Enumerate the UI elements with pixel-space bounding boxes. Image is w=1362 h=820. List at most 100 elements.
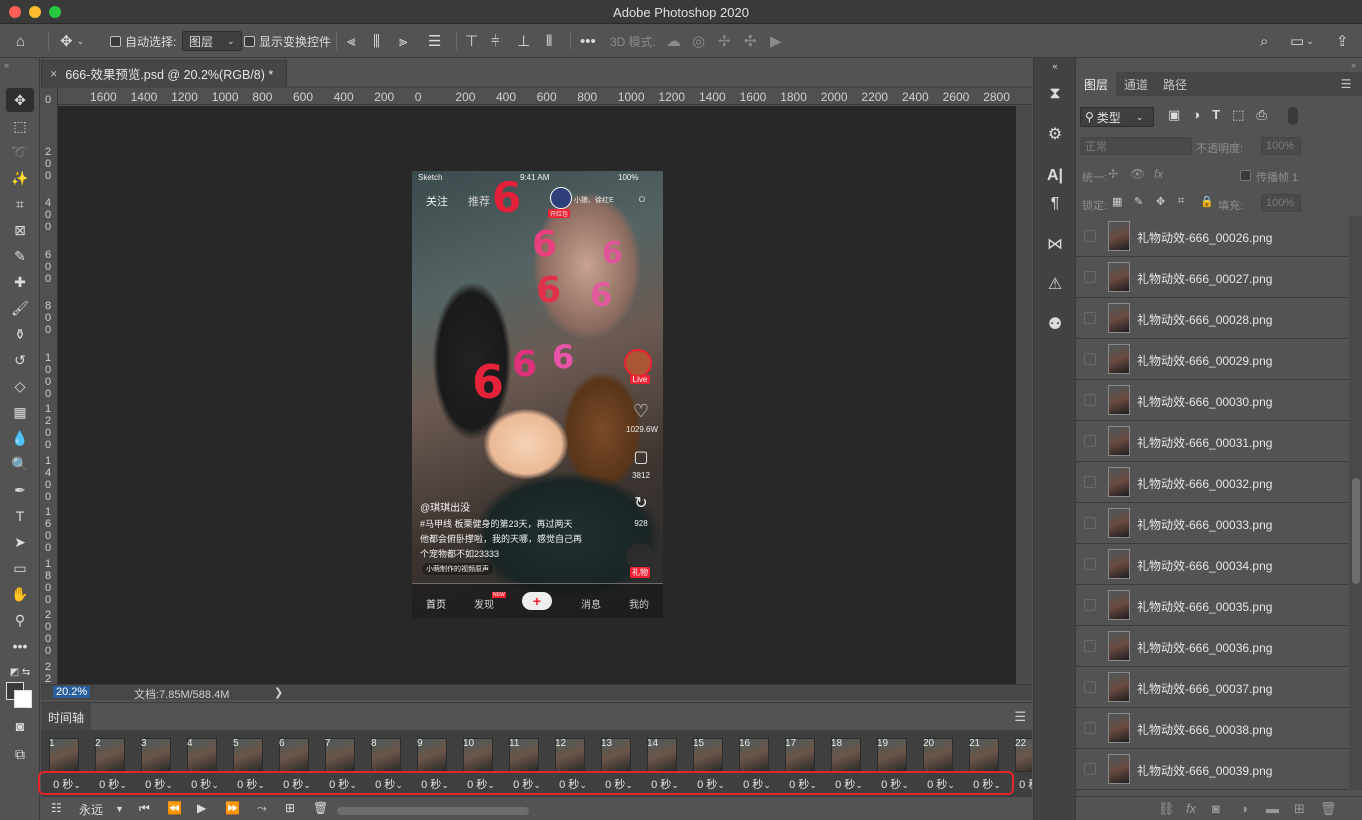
layer-visibility-toggle[interactable]: [1084, 230, 1096, 242]
filter-shape-icon[interactable]: ⬚: [1232, 107, 1244, 123]
frame-tool-icon[interactable]: ⊠: [6, 218, 34, 242]
layer-style-icon[interactable]: fx: [1186, 801, 1196, 816]
properties-panel-icon[interactable]: ⚙: [1040, 120, 1070, 148]
layer-row[interactable]: 礼物动效-666_00033.png: [1076, 503, 1348, 544]
share-icon[interactable]: ⇪: [1336, 24, 1349, 58]
lock-artboard-icon[interactable]: ⌗: [1178, 195, 1184, 208]
3d-pan-icon[interactable]: ✢: [718, 24, 731, 58]
propagate-frame-checkbox[interactable]: [1240, 170, 1251, 181]
filter-pixel-icon[interactable]: ▣: [1168, 107, 1180, 123]
blend-mode-dropdown[interactable]: 正常: [1080, 137, 1192, 155]
convert-timeline-icon[interactable]: ☷: [51, 801, 62, 815]
layer-visibility-toggle[interactable]: [1084, 763, 1096, 775]
new-layer-icon[interactable]: ⊞: [1294, 801, 1305, 817]
layer-visibility-toggle[interactable]: [1084, 517, 1096, 529]
align-top-icon[interactable]: ⊤: [465, 24, 478, 58]
brush-tool-icon[interactable]: 🖌: [6, 296, 34, 320]
history-panel-icon[interactable]: ⧗: [1040, 80, 1070, 108]
auto-select-checkbox[interactable]: 自动选择:: [110, 24, 176, 58]
duplicate-frame-icon[interactable]: ⊞: [285, 801, 295, 815]
glyphs-panel-icon[interactable]: ⋈: [1040, 230, 1070, 258]
collapse-icon[interactable]: »: [4, 60, 9, 70]
layer-row[interactable]: 礼物动效-666_00027.png: [1076, 257, 1348, 298]
layer-row[interactable]: 礼物动效-666_00038.png: [1076, 708, 1348, 749]
pen-tool-icon[interactable]: ✒: [6, 478, 34, 502]
loop-dropdown[interactable]: 永远 ▼: [79, 801, 124, 818]
eyedropper-tool-icon[interactable]: ✎: [6, 244, 34, 268]
dodge-tool-icon[interactable]: 🔍: [6, 452, 34, 476]
quick-mask-icon[interactable]: ◙: [6, 714, 34, 738]
opacity-field[interactable]: 100%: [1261, 137, 1301, 155]
auto-select-target-dropdown[interactable]: 图层 ⌄: [182, 31, 242, 51]
filter-toggle[interactable]: [1288, 107, 1298, 125]
character-panel-icon[interactable]: A|: [1040, 162, 1070, 190]
layer-visibility-toggle[interactable]: [1084, 681, 1096, 693]
layer-row[interactable]: 礼物动效-666_00029.png: [1076, 339, 1348, 380]
panel-menu-icon[interactable]: ☰: [1334, 72, 1358, 96]
layer-row[interactable]: 礼物动效-666_00031.png: [1076, 421, 1348, 462]
play-icon[interactable]: ▶: [197, 801, 206, 815]
lock-image-icon[interactable]: ✎: [1134, 195, 1143, 208]
eraser-tool-icon[interactable]: ◇: [6, 374, 34, 398]
search-icon[interactable]: ⌕: [1260, 24, 1268, 58]
layer-visibility-toggle[interactable]: [1084, 312, 1096, 324]
path-selection-tool-icon[interactable]: ➤: [6, 530, 34, 554]
layer-visibility-toggle[interactable]: [1084, 435, 1096, 447]
healing-brush-tool-icon[interactable]: ✚: [6, 270, 34, 294]
layer-row[interactable]: 礼物动效-666_00039.png: [1076, 749, 1348, 790]
screen-mode-icon[interactable]: ⧉: [6, 742, 34, 766]
layer-visibility-toggle[interactable]: [1084, 640, 1096, 652]
show-transform-controls-checkbox[interactable]: 显示变换控件: [244, 24, 331, 58]
unify-position-icon[interactable]: ✢: [1108, 167, 1118, 181]
filter-kind-dropdown[interactable]: ⚲ 类型 ⌄: [1080, 107, 1154, 127]
crop-tool-icon[interactable]: ⌗: [6, 192, 34, 216]
document-tab[interactable]: × 666-效果预览.psd @ 20.2%(RGB/8) *: [41, 60, 287, 86]
layer-visibility-toggle[interactable]: [1084, 722, 1096, 734]
lock-position-icon[interactable]: ✥: [1156, 195, 1165, 208]
align-left-icon[interactable]: ⫷: [347, 24, 355, 58]
close-tab-icon[interactable]: ×: [50, 67, 57, 81]
background-color-swatch[interactable]: [14, 690, 32, 708]
align-right-icon[interactable]: ⫸: [399, 24, 407, 58]
tween-icon[interactable]: ⤳: [257, 801, 267, 816]
collapse-icon[interactable]: «: [1040, 60, 1070, 72]
frame-delay-dropdown[interactable]: 0 秒⌄: [1011, 776, 1032, 792]
tab-channels[interactable]: 通道: [1116, 72, 1156, 96]
tab-paths[interactable]: 路径: [1156, 72, 1194, 96]
unify-visibility-icon[interactable]: 👁: [1130, 167, 1145, 181]
layer-visibility-toggle[interactable]: [1084, 476, 1096, 488]
stamp-tool-icon[interactable]: ⚱: [6, 322, 34, 346]
hand-tool-icon[interactable]: ✋: [6, 582, 34, 606]
layer-row[interactable]: 礼物动效-666_00030.png: [1076, 380, 1348, 421]
distribute-h-icon[interactable]: ☰: [428, 24, 441, 58]
lock-transparent-icon[interactable]: ▦: [1112, 195, 1122, 208]
horizontal-ruler[interactable]: 1600 1400 1200 1000 800 600 400 200 0 200 400 600 80…: [58, 88, 1032, 105]
rectangle-tool-icon[interactable]: ▭: [6, 556, 34, 580]
move-tool-preset-icon[interactable]: ✥ ⌄: [60, 24, 84, 58]
zoom-field[interactable]: 20.2%: [53, 686, 91, 698]
lock-all-icon[interactable]: 🔒: [1200, 195, 1214, 208]
next-frame-icon[interactable]: ⏩: [225, 801, 240, 815]
fill-field[interactable]: 100%: [1261, 194, 1301, 212]
layer-visibility-toggle[interactable]: [1084, 394, 1096, 406]
gradient-tool-icon[interactable]: ▦: [6, 400, 34, 424]
libraries-panel-icon[interactable]: ⚉: [1040, 310, 1070, 338]
distribute-v-icon[interactable]: ⫴: [546, 24, 552, 58]
status-menu-arrow[interactable]: ❯: [274, 686, 283, 699]
blur-tool-icon[interactable]: 💧: [6, 426, 34, 450]
home-icon[interactable]: ⌂: [16, 24, 25, 58]
layer-visibility-toggle[interactable]: [1084, 599, 1096, 611]
history-brush-tool-icon[interactable]: ↺: [6, 348, 34, 372]
adjustments-panel-icon[interactable]: ⚠: [1040, 270, 1070, 298]
magic-wand-tool-icon[interactable]: ✨: [6, 166, 34, 190]
align-middle-v-icon[interactable]: ⫩: [491, 24, 500, 58]
filter-smart-object-icon[interactable]: ⎙: [1256, 107, 1266, 123]
panel-menu-icon[interactable]: ☰: [1014, 709, 1026, 725]
new-adjustment-icon[interactable]: ◑: [1240, 801, 1248, 816]
previous-frame-icon[interactable]: ⏪: [167, 801, 182, 815]
marquee-tool-icon[interactable]: ⬚: [6, 114, 34, 138]
canvas-vertical-scrollbar[interactable]: [1016, 106, 1032, 684]
layer-row[interactable]: 礼物动效-666_00036.png: [1076, 626, 1348, 667]
3d-camera-icon[interactable]: ▶: [770, 24, 782, 58]
type-tool-icon[interactable]: T: [6, 504, 34, 528]
